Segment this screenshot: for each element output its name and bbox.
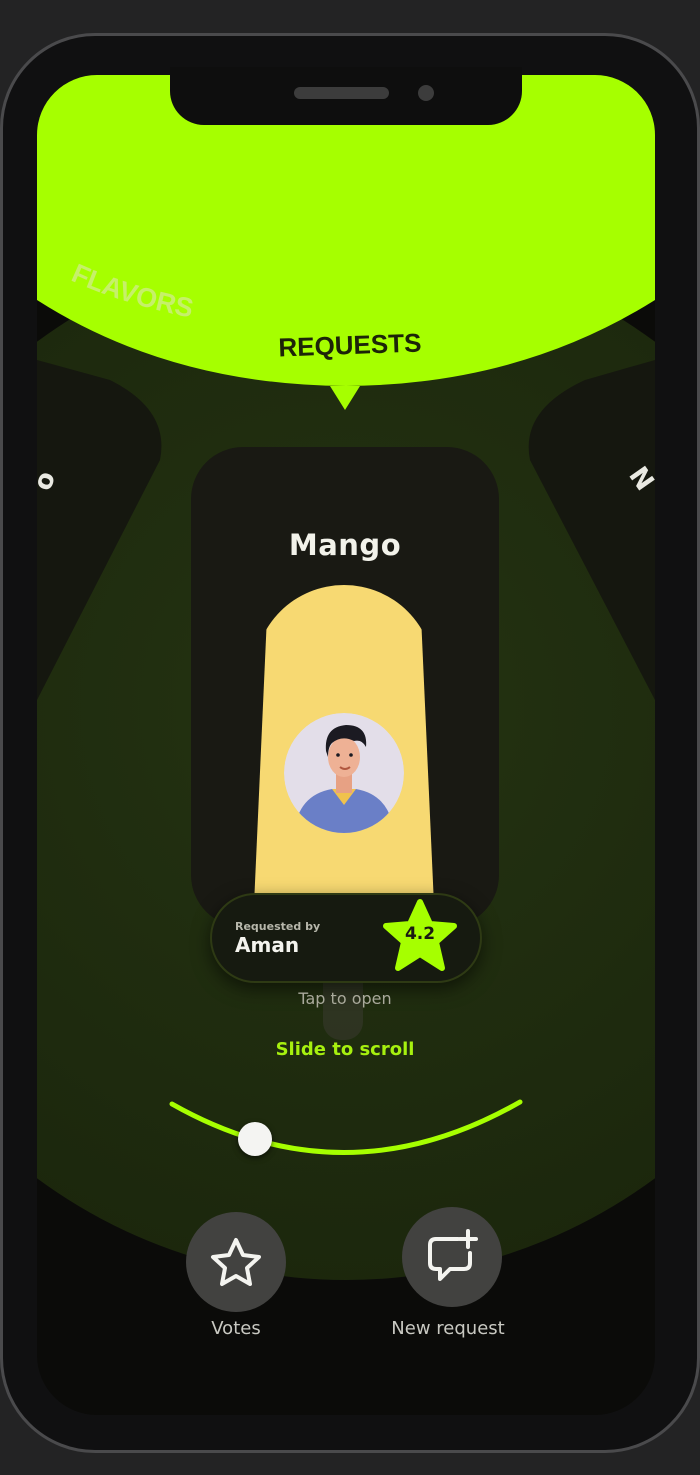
- scroll-slider-thumb[interactable]: [238, 1122, 272, 1156]
- card-title: Mango: [288, 528, 402, 562]
- tab-requests[interactable]: REQUESTS: [278, 328, 422, 363]
- votes-label: Votes: [211, 1318, 261, 1339]
- tab-requests-wrap: REQUESTS: [278, 328, 422, 363]
- phone-notch: [170, 67, 522, 125]
- requester-name: Aman: [235, 933, 300, 957]
- scroll-slider-track[interactable]: [160, 1090, 530, 1165]
- svg-text:FLAVORS: FLAVORS: [67, 260, 196, 324]
- requester-avatar: [284, 713, 404, 833]
- tab-flavors[interactable]: FLAVORS: [67, 260, 196, 324]
- front-camera: [418, 85, 434, 101]
- requested-by-label: Requested by: [235, 920, 321, 933]
- star-icon: [211, 1238, 261, 1286]
- speaker-grille: [294, 87, 389, 99]
- slide-to-scroll-hint: Slide to scroll: [275, 1039, 415, 1060]
- votes-button[interactable]: [186, 1212, 286, 1312]
- new-request-button[interactable]: [402, 1207, 502, 1307]
- rating-value: 4.2: [404, 924, 436, 944]
- active-tab-pointer: [330, 386, 360, 410]
- new-request-label: New request: [391, 1318, 505, 1339]
- tap-to-open-hint: Tap to open: [298, 989, 392, 1008]
- chat-plus-icon: [428, 1229, 478, 1281]
